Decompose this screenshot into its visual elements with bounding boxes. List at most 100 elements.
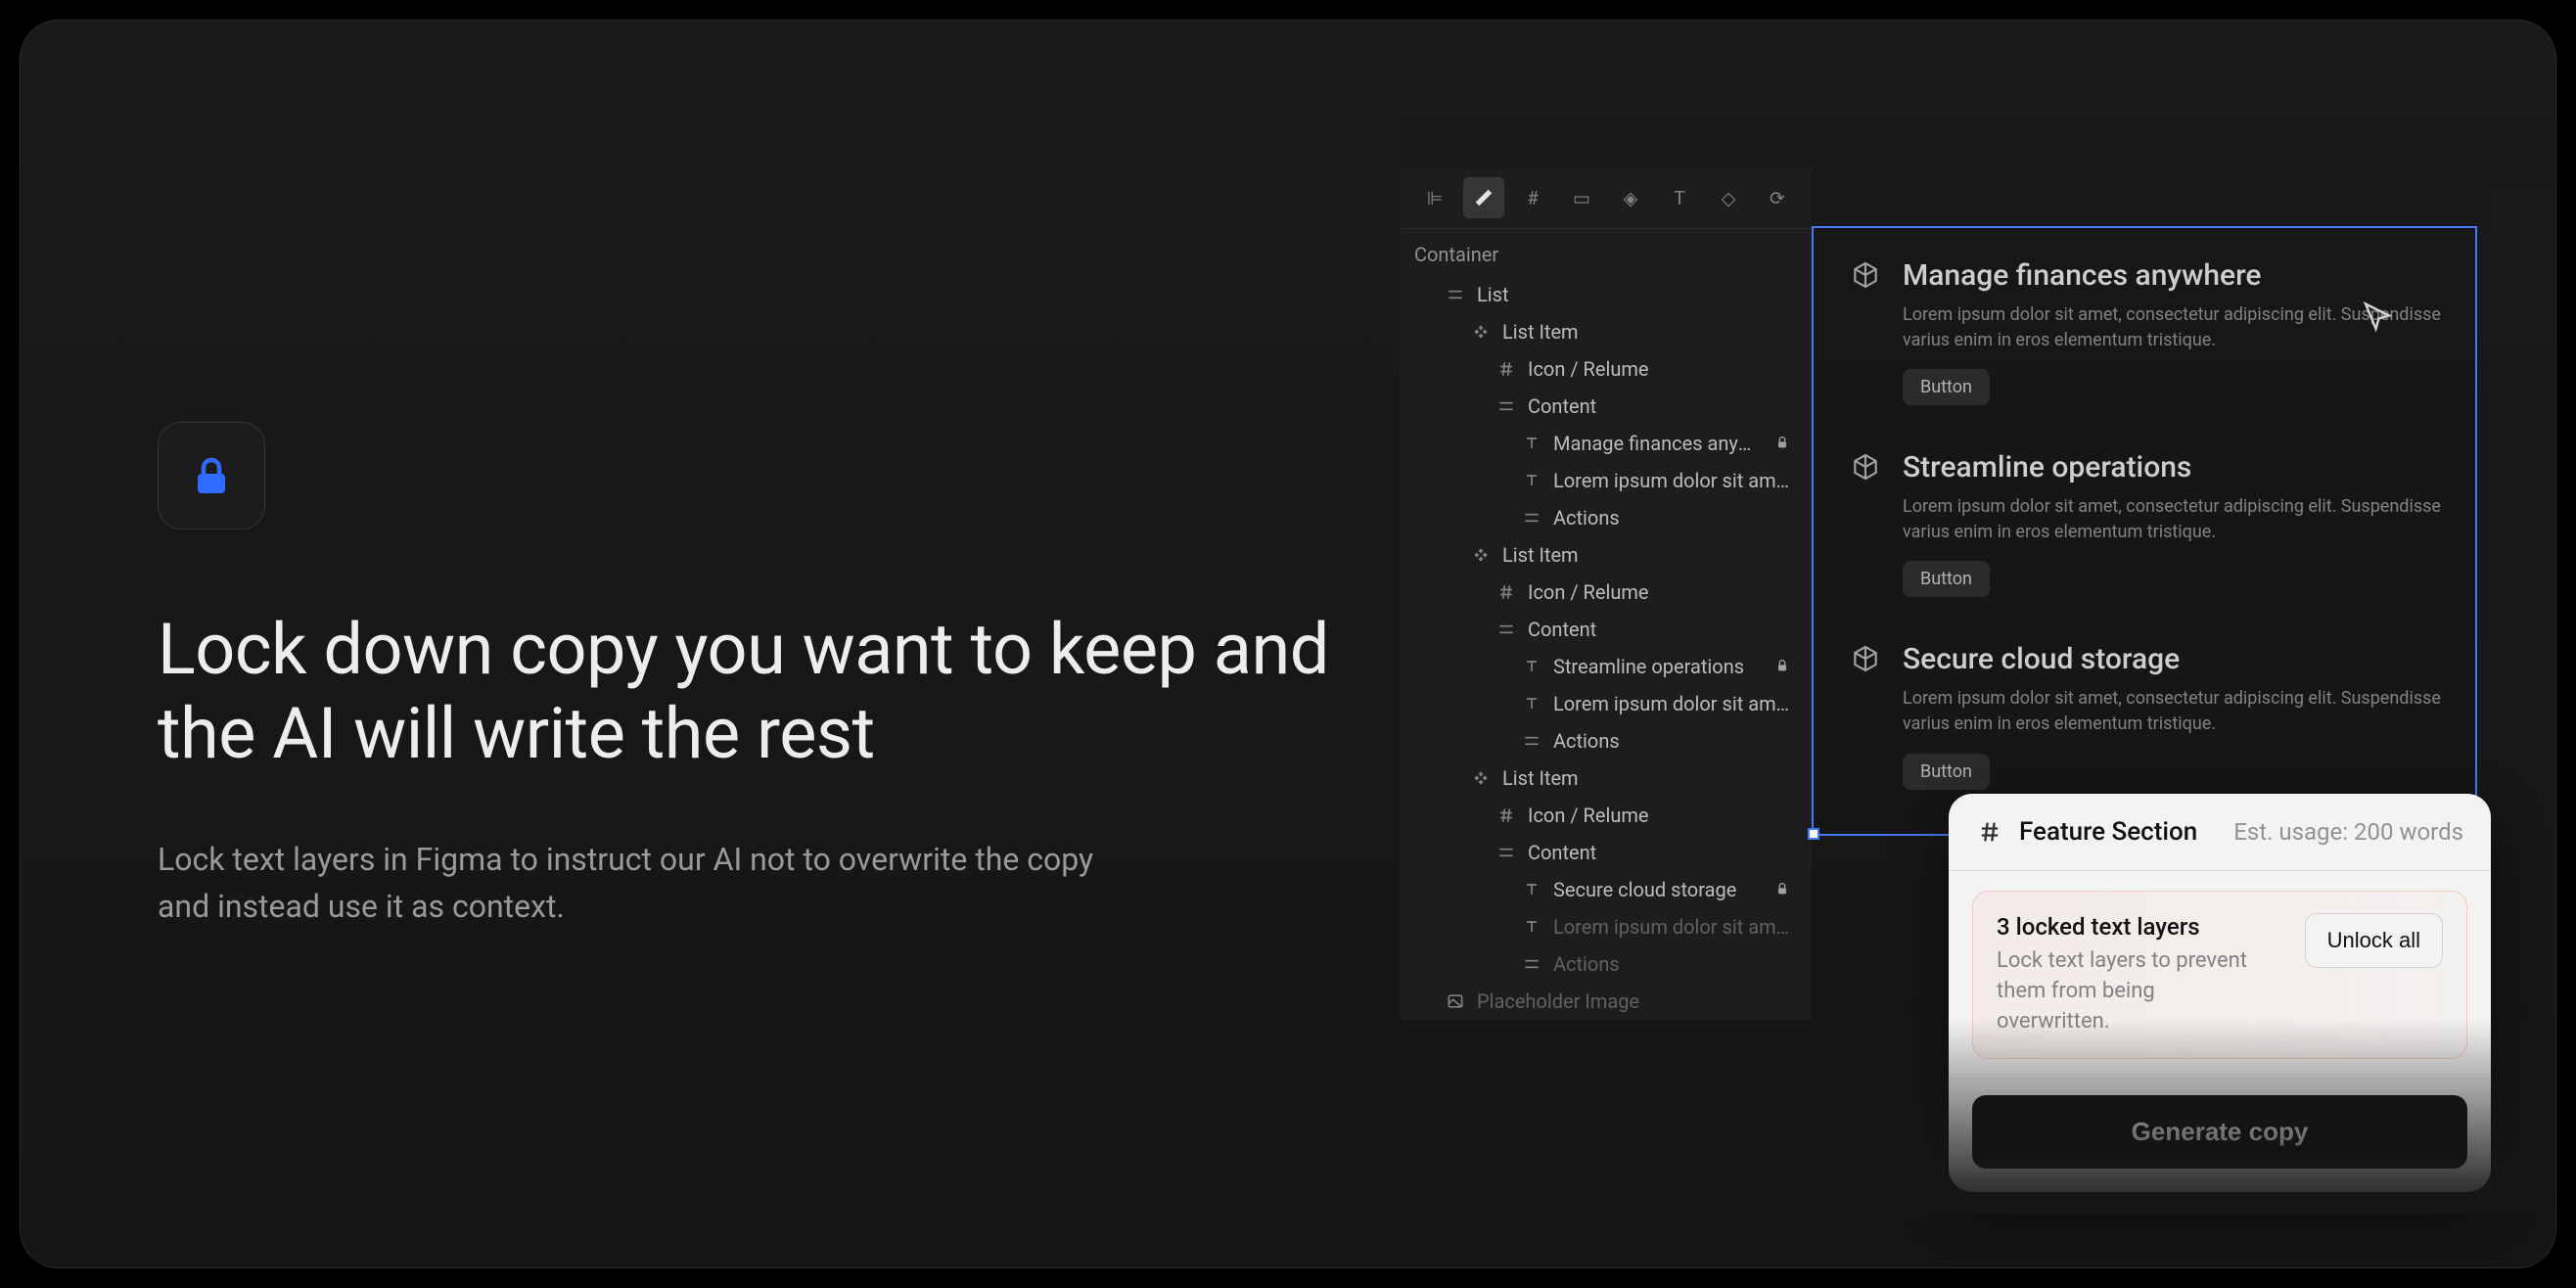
- figma-toolbar: ⊫ # ▭ ◈ T ◇ ⟳: [1401, 167, 1812, 229]
- layer-row[interactable]: Lorem ipsum dolor sit amet, conse...: [1401, 685, 1812, 722]
- cube-icon: [1848, 449, 1883, 484]
- layer-row[interactable]: List: [1401, 276, 1812, 313]
- layer-row[interactable]: List Item: [1401, 759, 1812, 797]
- edit-icon[interactable]: [1463, 177, 1504, 218]
- card-button[interactable]: Button: [1903, 754, 1990, 790]
- generate-copy-button[interactable]: Generate copy: [1972, 1095, 2467, 1169]
- unlock-all-button[interactable]: Unlock all: [2305, 913, 2443, 968]
- layer-label: Content: [1528, 618, 1798, 641]
- component-icon: [1469, 766, 1493, 790]
- popup-usage: Est. usage: 200 words: [2233, 818, 2463, 846]
- text-icon: [1520, 469, 1543, 492]
- layer-label: Actions: [1553, 729, 1798, 753]
- layer-row[interactable]: Secure cloud storage: [1401, 871, 1812, 908]
- card-title: Streamline operations: [1903, 450, 2191, 484]
- text-tool-icon[interactable]: T: [1659, 177, 1700, 218]
- card-title: Manage finances anywhere: [1903, 258, 2262, 293]
- lock-icon: [188, 452, 235, 499]
- layer-row[interactable]: Content: [1401, 611, 1812, 648]
- layer-row[interactable]: Actions: [1401, 499, 1812, 536]
- layer-label: Actions: [1553, 952, 1798, 976]
- layer-label: Lorem ipsum dolor sit amet, conse...: [1553, 692, 1798, 715]
- card-button[interactable]: Button: [1903, 369, 1990, 405]
- hero-copy: Lock down copy you want to keep and the …: [158, 422, 1332, 930]
- selection-handle[interactable]: [1808, 828, 1819, 840]
- layer-label: Secure cloud storage: [1553, 878, 1765, 901]
- hash-icon: [1495, 804, 1518, 827]
- ai-popup: Feature Section Est. usage: 200 words 3 …: [1949, 794, 2491, 1192]
- popup-header: Feature Section Est. usage: 200 words: [1949, 794, 2491, 871]
- layer-label: Lorem ipsum dolor sit amet, conse...: [1553, 469, 1798, 492]
- layer-row[interactable]: Content: [1401, 834, 1812, 871]
- card-button[interactable]: Button: [1903, 561, 1990, 597]
- layer-label: Content: [1528, 841, 1798, 864]
- layer-label: Placeholder Image: [1477, 989, 1798, 1013]
- layer-row[interactable]: Lorem ipsum dolor sit amet, conse...: [1401, 462, 1812, 499]
- layer-label: Manage finances anywhere: [1553, 432, 1765, 455]
- lock-badge: [158, 422, 265, 529]
- cube-icon: [1848, 641, 1883, 676]
- text-icon: [1520, 655, 1543, 678]
- layer-row[interactable]: Icon / Relume: [1401, 574, 1812, 611]
- text-icon: [1520, 692, 1543, 715]
- hash-icon: [1495, 580, 1518, 604]
- frame-h-icon: [1495, 618, 1518, 641]
- component-icon[interactable]: ◇: [1708, 177, 1749, 218]
- cursor-icon: [2360, 299, 2395, 335]
- popup-section-name: Feature Section: [2019, 817, 2197, 847]
- locked-desc: Lock text layers to prevent them from be…: [1997, 946, 2271, 1036]
- layer-label: List Item: [1502, 543, 1798, 567]
- frame-h-icon: [1444, 283, 1467, 306]
- locked-count-title: 3 locked text layers: [1997, 913, 2271, 941]
- layer-row[interactable]: Placeholder Image: [1401, 983, 1812, 1020]
- container-label: Container: [1401, 229, 1812, 276]
- hero-heading: Lock down copy you want to keep and the …: [158, 608, 1332, 777]
- layer-row[interactable]: Streamline operations: [1401, 648, 1812, 685]
- frame-h-icon: [1520, 729, 1543, 753]
- feature-card: Secure cloud storageLorem ipsum dolor si…: [1814, 612, 2475, 804]
- frame-h-icon: [1495, 841, 1518, 864]
- layer-row[interactable]: Manage finances anywhere: [1401, 425, 1812, 462]
- text-icon: [1520, 915, 1543, 939]
- product-mockup: ⊫ # ▭ ◈ T ◇ ⟳ Container List List Item Ico…: [1401, 118, 2555, 1215]
- layer-label: Content: [1528, 394, 1798, 418]
- cube-icon: [1848, 257, 1883, 293]
- layer-row[interactable]: List Item: [1401, 536, 1812, 574]
- hash-icon: [1495, 357, 1518, 381]
- component-icon: [1469, 543, 1493, 567]
- card-title: Secure cloud storage: [1903, 642, 2180, 676]
- lock-icon: [1774, 878, 1790, 901]
- frame-h-icon: [1520, 952, 1543, 976]
- layer-row[interactable]: Lorem ipsum dolor sit amet, conse...: [1401, 908, 1812, 945]
- layer-label: Icon / Relume: [1528, 357, 1798, 381]
- figma-layers-panel: ⊫ # ▭ ◈ T ◇ ⟳ Container List List Item Ico…: [1401, 167, 1812, 1020]
- feature-panel: Lock down copy you want to keep and the …: [20, 20, 2556, 1268]
- card-icon[interactable]: ▭: [1561, 177, 1602, 218]
- card-body: Lorem ipsum dolor sit amet, consectetur …: [1903, 494, 2441, 545]
- text-icon: [1520, 878, 1543, 901]
- locked-layers-card: 3 locked text layers Lock text layers to…: [1972, 891, 2467, 1059]
- layer-row[interactable]: Content: [1401, 388, 1812, 425]
- hash-icon: [1976, 818, 2003, 846]
- align-left-icon[interactable]: ⊫: [1414, 177, 1455, 218]
- feature-card: Streamline operations Lorem ipsum dolor s…: [1814, 420, 2475, 612]
- frame-h-icon: [1520, 506, 1543, 529]
- layer-label: List: [1477, 283, 1798, 306]
- layer-row[interactable]: Icon / Relume: [1401, 350, 1812, 388]
- refresh-icon[interactable]: ⟳: [1757, 177, 1798, 218]
- lock-icon: [1774, 655, 1790, 678]
- layer-label: Icon / Relume: [1528, 804, 1798, 827]
- layer-label: Lorem ipsum dolor sit amet, conse...: [1553, 915, 1798, 939]
- text-icon: [1520, 432, 1543, 455]
- layer-label: List Item: [1502, 320, 1798, 344]
- layer-label: Actions: [1553, 506, 1798, 529]
- layer-row[interactable]: Icon / Relume: [1401, 797, 1812, 834]
- layer-row[interactable]: List Item: [1401, 313, 1812, 350]
- layer-row[interactable]: Actions: [1401, 722, 1812, 759]
- layer-row[interactable]: Actions: [1401, 945, 1812, 983]
- tag-icon[interactable]: ◈: [1610, 177, 1651, 218]
- frame-h-icon: [1495, 394, 1518, 418]
- component-icon: [1469, 320, 1493, 344]
- hash-icon[interactable]: #: [1512, 177, 1553, 218]
- layer-label: Icon / Relume: [1528, 580, 1798, 604]
